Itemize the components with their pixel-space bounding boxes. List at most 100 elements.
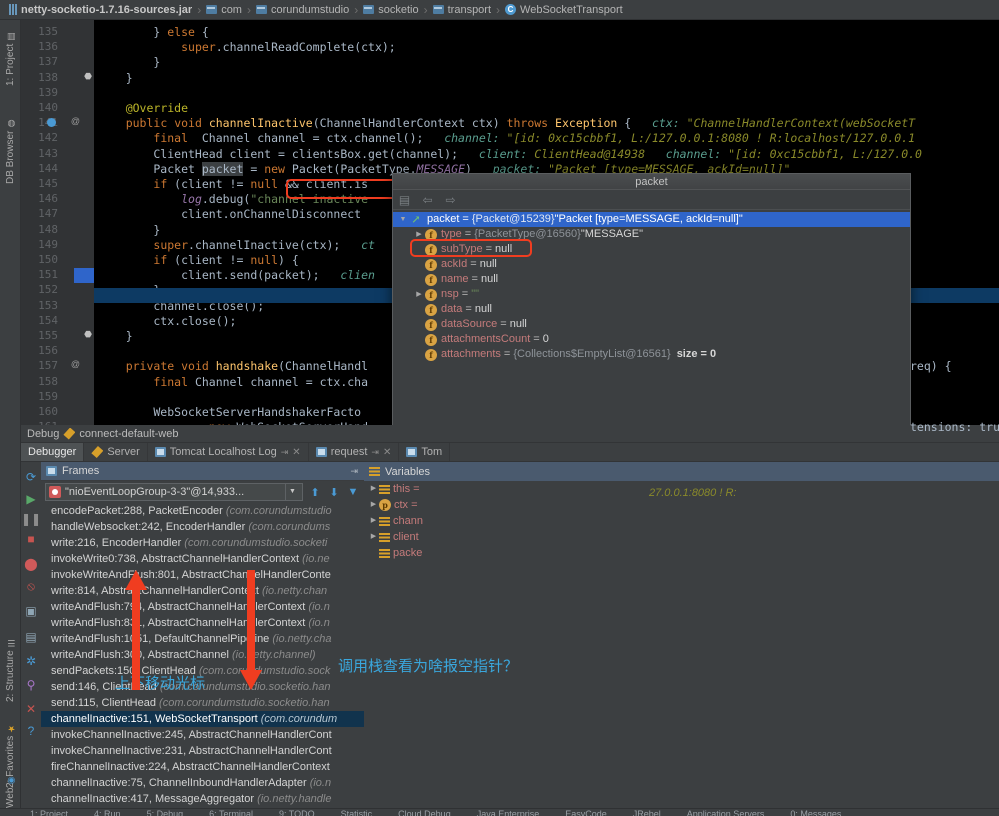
code-line[interactable]: private void handshake(ChannelHandl (98, 359, 368, 374)
status-bar-item[interactable]: Application Servers (687, 809, 765, 816)
popup-tree-row[interactable]: ▶ f nsp = "" (393, 287, 910, 302)
close-icon[interactable]: ✕ (24, 702, 38, 716)
popup-tree-row[interactable]: f name = null (393, 272, 910, 287)
frame-row[interactable]: writeAndFlush:300, AbstractChannel (io.n… (41, 647, 364, 663)
frame-row[interactable]: write:814, AbstractChannelHandlerContext… (41, 583, 364, 599)
popup-tree-row[interactable]: f dataSource = null (393, 317, 910, 332)
code-line[interactable]: } (98, 55, 160, 70)
variable-row[interactable]: ▶ client (364, 529, 999, 545)
variable-row[interactable]: ▶ chann (364, 513, 999, 529)
status-bar-item[interactable]: 0: Messages (790, 809, 841, 816)
code-line[interactable]: super.channelInactive(ctx); ct (98, 238, 375, 253)
chevron-right-icon[interactable]: ▶ (368, 497, 379, 513)
code-line[interactable]: client.send(packet); clien (98, 268, 375, 283)
status-bar-item[interactable]: 5: Debug (147, 809, 184, 816)
status-bar[interactable]: 1: Project 4: Run 5: Debug 6: Terminal 9: TO… (0, 808, 999, 816)
breadcrumb-item-com[interactable]: com (203, 0, 245, 20)
sidebar-item-db-browser[interactable]: DB Browser ◍ (0, 96, 21, 188)
fold-marker[interactable]: ⬣ (84, 71, 92, 82)
forward-arrow-icon[interactable]: ⇨ (444, 193, 457, 207)
code-line[interactable]: } (98, 223, 160, 238)
popup-tree-row[interactable]: f subType = null (393, 242, 910, 257)
debug-action-rail[interactable]: ⟳ ▶ ❚❚ ■ ⬤ ⦸ ▣ ▤ ✲ ⚲ ✕? (21, 462, 41, 808)
resume-icon[interactable]: ▶ (24, 492, 38, 506)
frames-pin-icon[interactable]: ⇥ (350, 466, 358, 477)
breadcrumb-item-socketio[interactable]: socketio (360, 0, 421, 20)
variable-row[interactable]: packe (364, 545, 999, 561)
code-line[interactable]: } (98, 329, 133, 344)
mute-breakpoints-icon[interactable]: ⦸ (24, 579, 38, 593)
code-line[interactable]: final Channel channel = ctx.cha (98, 375, 368, 390)
tab-request[interactable]: request ⇥ ✕ (309, 443, 400, 461)
pin-icon[interactable]: ⇥ (371, 447, 379, 458)
breadcrumb-item-transport[interactable]: transport (430, 0, 494, 20)
code-line[interactable]: if (client != null && client.is (98, 177, 368, 192)
frame-row[interactable]: write:216, EncoderHandler (com.corundums… (41, 535, 364, 551)
frame-row[interactable]: writeAndFlush:794, AbstractChannelHandle… (41, 599, 364, 615)
tab-tom[interactable]: Tom (399, 443, 451, 461)
status-bar-item[interactable]: 4: Run (94, 809, 121, 816)
fold-marker[interactable]: ⬣ (84, 329, 92, 340)
chevron-down-icon[interactable]: ▼ (397, 212, 409, 227)
code-line[interactable]: super.channelReadComplete(ctx); (98, 40, 396, 55)
pause-icon[interactable]: ❚❚ (21, 512, 41, 526)
chevron-right-icon[interactable]: ▶ (368, 529, 379, 545)
restore-layout-icon[interactable]: ▣ (24, 604, 38, 618)
stop-icon[interactable]: ■ (24, 532, 38, 546)
tab-server[interactable]: Server (84, 443, 148, 461)
frame-row[interactable]: invokeChannelInactive:231, AbstractChann… (41, 743, 364, 759)
status-bar-item[interactable]: 9: TODO (279, 809, 315, 816)
close-icon[interactable]: ✕ (292, 447, 300, 458)
status-bar-item[interactable]: 6: Terminal (209, 809, 253, 816)
code-line[interactable]: if (client != null) { (98, 253, 298, 268)
variable-row[interactable]: ▶ p ctx = (364, 497, 999, 513)
code-line[interactable]: ClientHead client = clientsBox.get(chann… (98, 147, 922, 162)
popup-tree-row[interactable]: f attachments = {Collections$EmptyList@1656… (393, 347, 910, 362)
status-bar-item[interactable]: Cloud Debug (398, 809, 451, 816)
up-arrow-button[interactable]: ⬆ (308, 486, 322, 499)
frame-row[interactable]: channelInactive:151, WebSocketTransport … (41, 711, 364, 727)
code-line[interactable]: client.onChannelDisconnect (98, 207, 361, 222)
frame-row[interactable]: fireChannelInactive:224, AbstractChannel… (41, 759, 364, 775)
override-gutter-icon[interactable]: @ (71, 359, 80, 369)
chevron-down-icon[interactable]: ▼ (285, 484, 299, 500)
pin-icon[interactable]: ⚲ (24, 678, 38, 692)
code-line[interactable]: @Override (98, 101, 188, 116)
tab-debugger[interactable]: Debugger (21, 443, 85, 461)
sidebar-item-project[interactable]: 1: Project ▥ (0, 24, 21, 90)
close-icon[interactable]: ✕ (383, 447, 391, 458)
debug-tab-bar[interactable]: Debugger Server Tomcat Localhost Log ⇥ ✕ requ… (21, 443, 999, 462)
settings-icon[interactable]: ✲ (24, 654, 38, 668)
breadcrumb-item-corundumstudio[interactable]: corundumstudio (253, 0, 352, 20)
chevron-right-icon[interactable]: ▶ (413, 227, 425, 242)
copy-icon[interactable]: ▤ (398, 193, 411, 207)
help-icon[interactable]: ? (24, 724, 38, 738)
sidebar-item-structure[interactable]: 2: Structure ☰ (0, 622, 21, 706)
chevron-right-icon[interactable]: ▶ (368, 513, 379, 529)
popup-tree-row[interactable]: f data = null (393, 302, 910, 317)
editor-gutter[interactable]: 1351361371381391401411421431441451461471… (21, 20, 94, 425)
rerun-icon[interactable]: ⟳ (24, 470, 38, 484)
status-bar-item[interactable]: JRebel (633, 809, 661, 816)
code-line[interactable]: } else { (98, 25, 208, 40)
breadcrumb-item-websockettransport[interactable]: C WebSocketTransport (502, 0, 626, 20)
settings-layout-icon[interactable]: ▤ (24, 630, 38, 644)
status-bar-item[interactable]: Statistic (341, 809, 373, 816)
code-line[interactable]: } (98, 71, 133, 86)
frame-row[interactable]: send:115, ClientHead (com.corundumstudio… (41, 695, 364, 711)
frame-row[interactable]: channelInactive:75, ChannelInboundHandle… (41, 775, 364, 791)
code-line[interactable]: log.debug("channel inactive (98, 192, 368, 207)
status-bar-item[interactable]: Java Enterprise (477, 809, 540, 816)
sidebar-item-web[interactable]: Web ◉ (0, 768, 21, 812)
frame-row[interactable]: encodePacket:288, PacketEncoder (com.cor… (41, 503, 364, 519)
status-bar-item[interactable]: EasyCode (565, 809, 607, 816)
status-bar-item[interactable]: 1: Project (30, 809, 68, 816)
frames-list[interactable]: encodePacket:288, PacketEncoder (com.cor… (41, 503, 364, 808)
frame-row[interactable]: invokeWriteAndFlush:801, AbstractChannel… (41, 567, 364, 583)
popup-variable-tree[interactable]: ▼ ↗ packet = {Packet@15239} "Packet [type=ME… (393, 210, 910, 362)
view-breakpoints-icon[interactable]: ⬤ (24, 557, 38, 571)
frame-row[interactable]: handleWebsocket:242, EncoderHandler (com… (41, 519, 364, 535)
frame-row[interactable]: writeAndFlush:1051, DefaultChannelPipeli… (41, 631, 364, 647)
breadcrumb-item-netty-socketio-1-7-16-sources-jar[interactable]: netty-socketio-1.7.16-sources.jar (6, 0, 195, 20)
code-line[interactable]: WebSocketServerHandshakerFacto (98, 405, 361, 420)
